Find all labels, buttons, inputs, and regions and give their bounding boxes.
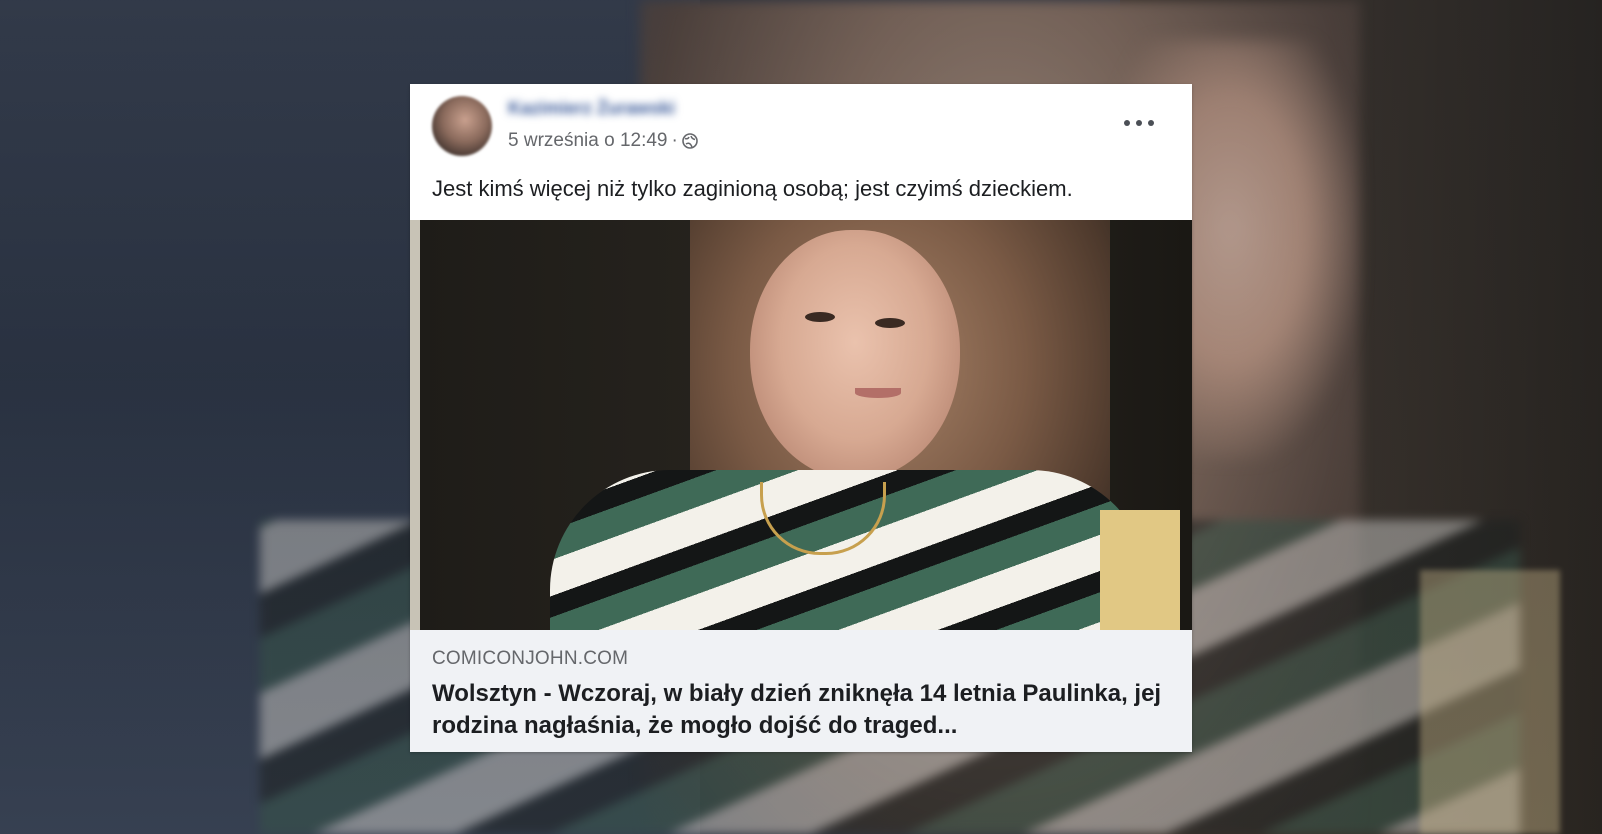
post-photo[interactable]: [410, 220, 1192, 630]
link-preview[interactable]: COMICONJOHN.COM Wolsztyn - Wczoraj, w bi…: [410, 630, 1192, 752]
link-title[interactable]: Wolsztyn - Wczoraj, w biały dzień zniknę…: [432, 678, 1172, 742]
avatar[interactable]: [432, 96, 492, 156]
post-caption: Jest kimś więcej niż tylko zaginioną oso…: [432, 176, 1073, 201]
photo-face: [750, 230, 960, 480]
meta-separator: ·: [671, 130, 678, 151]
globe-icon: [682, 133, 698, 149]
more-dot-1: [1124, 120, 1130, 126]
photo-eye-right: [875, 318, 905, 328]
photo-eye-left: [805, 312, 835, 322]
post-meta: 5 września o 12:49 ·: [508, 130, 698, 152]
more-dot-2: [1136, 120, 1142, 126]
photo-door-edge: [410, 220, 420, 630]
post-timestamp[interactable]: 5 września o 12:49: [508, 130, 668, 152]
link-domain: COMICONJOHN.COM: [432, 648, 629, 669]
photo-mouth: [855, 388, 901, 398]
more-dot-3: [1148, 120, 1154, 126]
photo-sun-panel: [1100, 510, 1180, 630]
more-options-icon[interactable]: [1124, 116, 1154, 130]
post-header: Kazimierz Żurawski 5 września o 12:49 ·: [410, 84, 1192, 168]
author-name[interactable]: Kazimierz Żurawski: [508, 98, 675, 122]
facebook-post-card: Kazimierz Żurawski 5 września o 12:49 · …: [410, 84, 1192, 752]
